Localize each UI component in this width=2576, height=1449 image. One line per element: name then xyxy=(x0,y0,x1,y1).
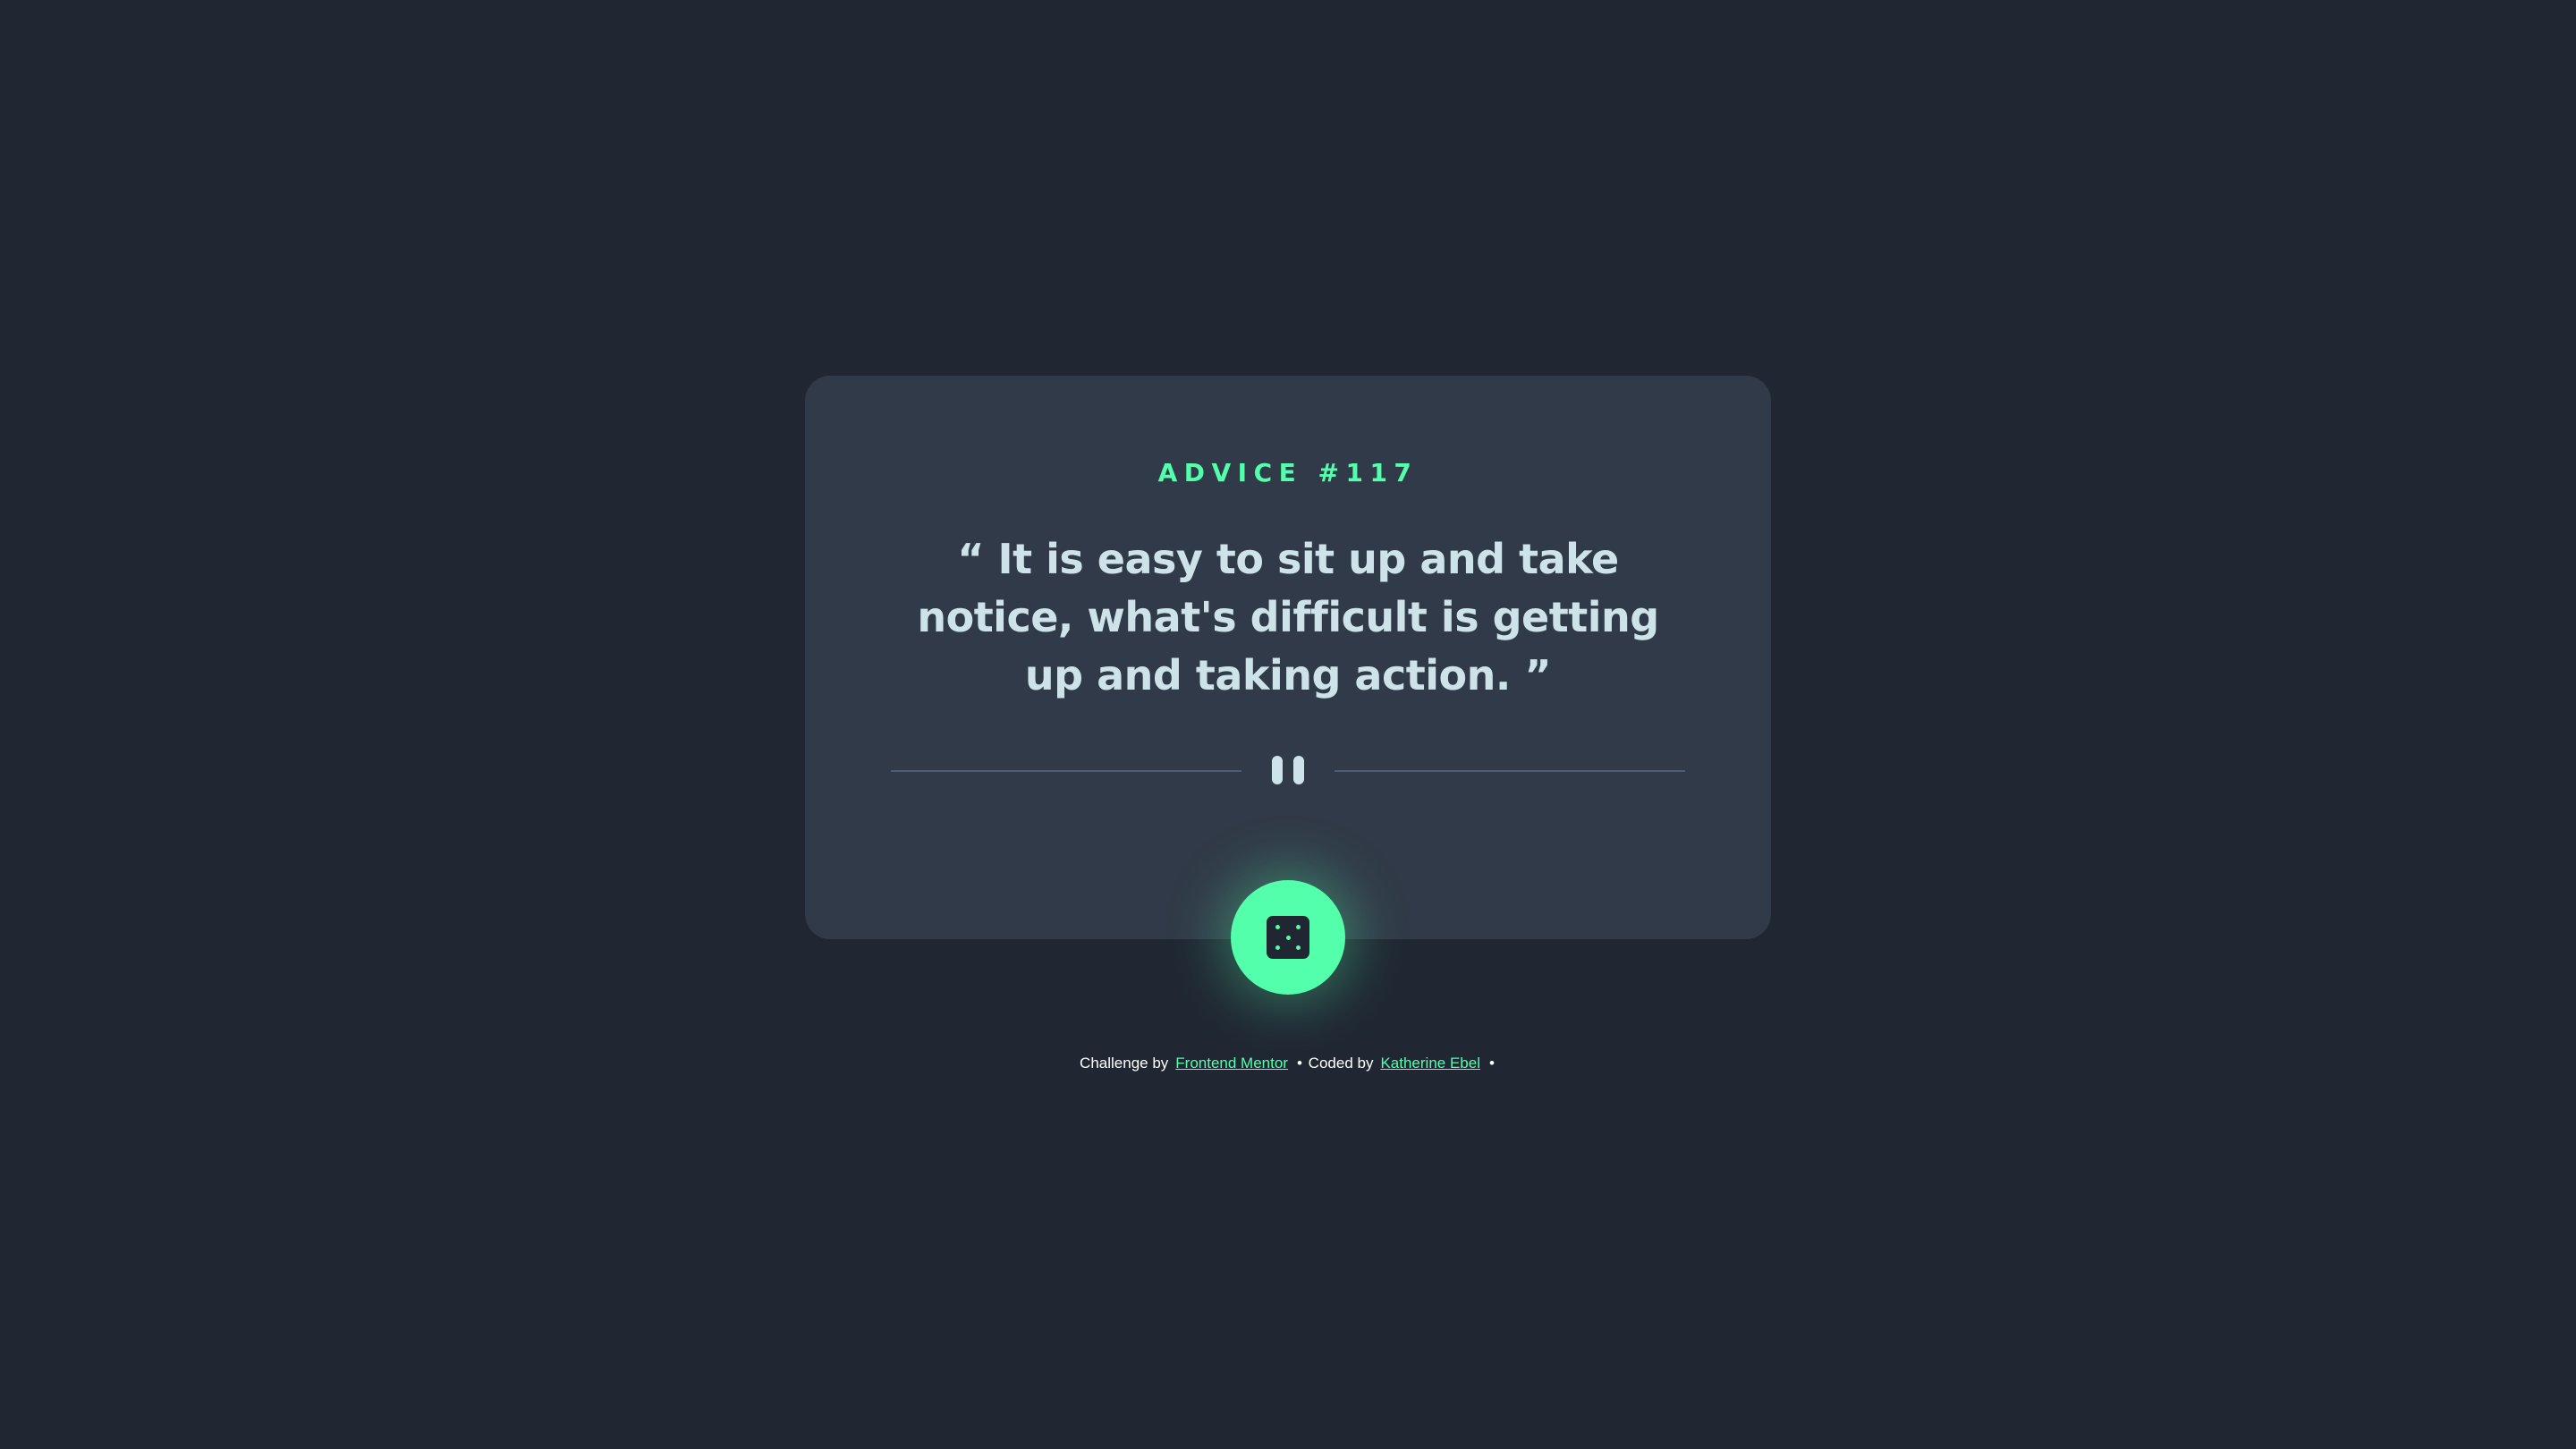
divider-line-left xyxy=(891,770,1241,772)
attribution: Challenge by Frontend Mentor • Coded by Kat… xyxy=(0,1052,2576,1075)
divider xyxy=(891,756,1685,784)
challenge-prefix: Challenge by xyxy=(1080,1055,1169,1072)
separator: • xyxy=(1488,1055,1495,1072)
page: ADVICE #117 “ It is easy to sit up and t… xyxy=(0,0,2576,1449)
author-link[interactable]: Katherine Ebel xyxy=(1380,1055,1480,1072)
pause-bar-left xyxy=(1272,756,1283,784)
advice-number: ADVICE #117 xyxy=(1157,458,1419,487)
advice-card: ADVICE #117 “ It is easy to sit up and t… xyxy=(805,376,1771,939)
separator: • xyxy=(1296,1055,1302,1072)
dice-pip xyxy=(1275,945,1280,950)
dice-pip xyxy=(1275,925,1280,929)
frontend-mentor-link[interactable]: Frontend Mentor xyxy=(1175,1055,1288,1072)
divider-line-right xyxy=(1335,770,1685,772)
dice-pip xyxy=(1296,925,1301,929)
dice-pip xyxy=(1285,935,1291,940)
coded-prefix: Coded by xyxy=(1308,1055,1374,1072)
dice-icon xyxy=(1267,916,1309,959)
dice-pip xyxy=(1296,945,1301,950)
new-advice-button[interactable] xyxy=(1231,880,1345,995)
pause-icon xyxy=(1268,756,1308,784)
advice-quote: “ It is easy to sit up and take notice, … xyxy=(917,535,1659,699)
pause-bar-right xyxy=(1293,756,1304,784)
